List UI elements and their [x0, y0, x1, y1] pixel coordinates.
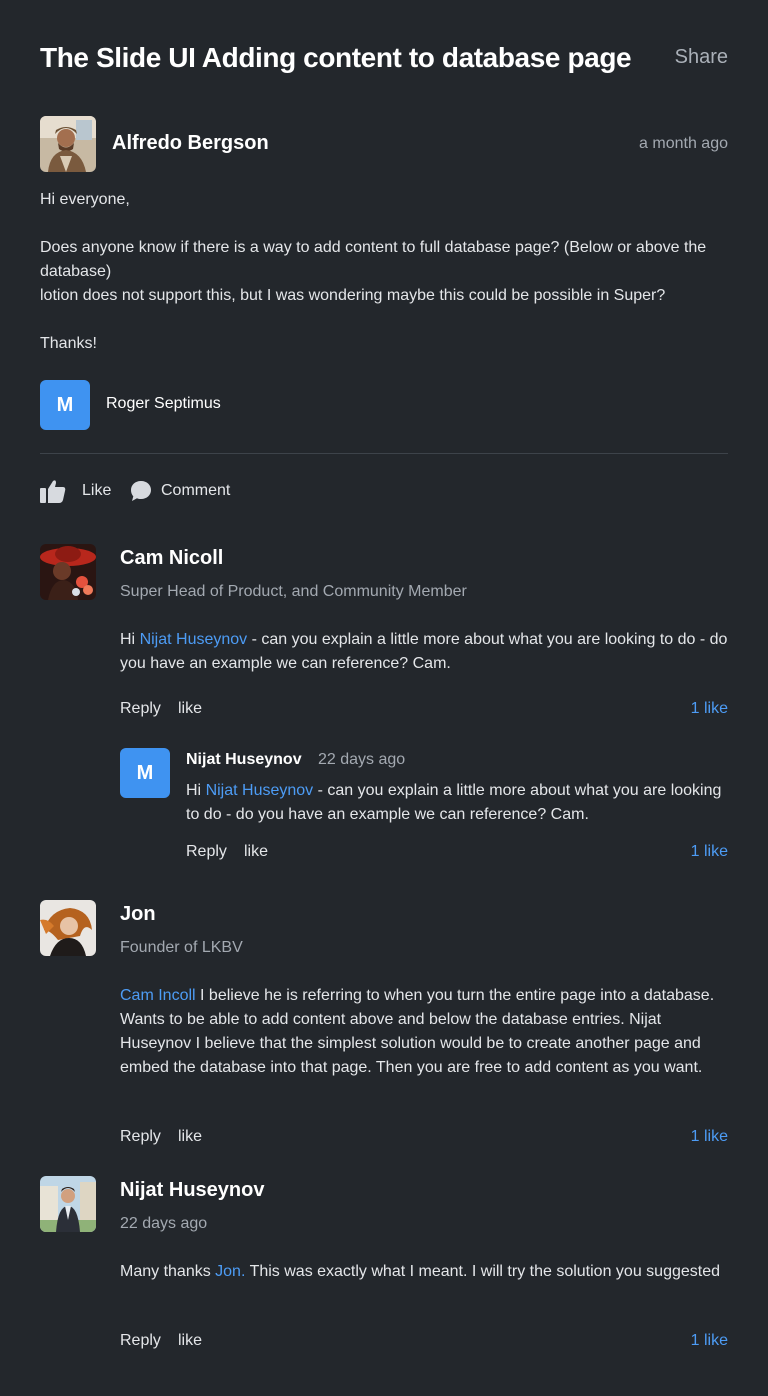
- mention-link[interactable]: Nijat Huseynov: [140, 631, 248, 648]
- comment-actions: Reply like 1 like: [120, 1128, 728, 1152]
- comment: Jon Founder of LKBV Cam Incoll I believe…: [40, 900, 728, 1160]
- like-button[interactable]: like: [178, 1332, 202, 1350]
- like-button[interactable]: like: [178, 700, 202, 718]
- comment-author[interactable]: Jon: [120, 903, 156, 926]
- comment-label: Comment: [161, 482, 231, 499]
- comment-author[interactable]: Cam Nicoll: [120, 547, 223, 570]
- post-body: Hi everyone, Does anyone know if there i…: [40, 188, 728, 356]
- participant-name[interactable]: Roger Septimus: [106, 395, 221, 413]
- comment-author[interactable]: Nijat Huseynov: [120, 1179, 264, 1202]
- comment: Nijat Huseynov 22 days ago Many thanks J…: [40, 1176, 728, 1376]
- header: The Slide UI Adding content to database …: [40, 40, 728, 80]
- avatar[interactable]: [40, 116, 96, 172]
- comment-text-body: I believe he is referring to when you tu…: [120, 987, 715, 1076]
- like-button[interactable]: like: [178, 1128, 202, 1146]
- like-count[interactable]: 1 like: [691, 1128, 728, 1146]
- comment-timestamp: 22 days ago: [120, 1215, 208, 1232]
- like-count[interactable]: 1 like: [691, 700, 728, 718]
- post-paragraph: lotion does not support this, but I was …: [40, 287, 666, 304]
- reply-author[interactable]: Nijat Huseynov: [186, 751, 302, 769]
- nested-reply: M Nijat Huseynov 22 days ago Hi Nijat Hu…: [120, 748, 728, 878]
- page-title: The Slide UI Adding content to database …: [40, 42, 632, 73]
- reply-text: Hi Nijat Huseynov - can you explain a li…: [186, 779, 728, 827]
- thumbs-up-icon: [40, 480, 66, 503]
- mention-link[interactable]: Nijat Huseynov: [206, 782, 314, 799]
- comment-actions: Reply like 1 like: [120, 700, 728, 724]
- comment-button[interactable]: Comment: [130, 478, 230, 504]
- reply-actions: Reply like 1 like: [186, 843, 728, 867]
- reply-button[interactable]: Reply: [186, 843, 227, 861]
- avatar[interactable]: [40, 1176, 96, 1232]
- post-timestamp: a month ago: [639, 135, 728, 152]
- avatar[interactable]: M: [40, 380, 90, 430]
- reply-timestamp: 22 days ago: [318, 751, 406, 768]
- like-count[interactable]: 1 like: [691, 843, 728, 861]
- comment-text: Cam Incoll I believe he is referring to …: [120, 984, 728, 1080]
- reply-button[interactable]: Reply: [120, 700, 161, 718]
- mention-link[interactable]: Jon.: [215, 1263, 245, 1280]
- comment-text: Many thanks Jon. This was exactly what I…: [120, 1260, 728, 1284]
- comment-icon: [131, 481, 151, 501]
- reply-text-prefix: Hi: [186, 782, 206, 799]
- like-label: Like: [82, 482, 112, 499]
- comment-text-prefix: Hi: [120, 631, 140, 648]
- comment-text: Hi Nijat Huseynov - can you explain a li…: [120, 628, 728, 676]
- like-button[interactable]: Like: [40, 478, 111, 504]
- share-button[interactable]: Share: [675, 46, 728, 69]
- discussion-page: The Slide UI Adding content to database …: [40, 0, 728, 1396]
- comment-text-prefix: Many thanks: [120, 1263, 216, 1280]
- post-actions: Like Comment: [40, 478, 728, 504]
- post-closing: Thanks!: [40, 335, 97, 352]
- divider: [40, 453, 728, 454]
- avatar[interactable]: [40, 544, 96, 600]
- comment-actions: Reply like 1 like: [120, 1332, 728, 1356]
- comment: Cam Nicoll Super Head of Product, and Co…: [40, 544, 728, 884]
- like-count[interactable]: 1 like: [691, 1332, 728, 1350]
- comment-subtitle: Founder of LKBV: [120, 939, 243, 956]
- reply-button[interactable]: Reply: [120, 1332, 161, 1350]
- comment-subtitle: Super Head of Product, and Community Mem…: [120, 583, 467, 600]
- post-author-name[interactable]: Alfredo Bergson: [112, 132, 269, 155]
- avatar[interactable]: M: [120, 748, 170, 798]
- post-paragraph: Does anyone know if there is a way to ad…: [40, 239, 707, 280]
- post-greeting: Hi everyone,: [40, 191, 130, 208]
- post-author-row: Alfredo Bergson a month ago: [40, 116, 728, 172]
- participant-row: M Roger Septimus: [40, 380, 728, 430]
- comment-text-body: This was exactly what I meant. I will tr…: [245, 1263, 720, 1280]
- mention-link[interactable]: Cam Incoll: [120, 987, 196, 1004]
- avatar[interactable]: [40, 900, 96, 956]
- reply-button[interactable]: Reply: [120, 1128, 161, 1146]
- like-button[interactable]: like: [244, 843, 268, 861]
